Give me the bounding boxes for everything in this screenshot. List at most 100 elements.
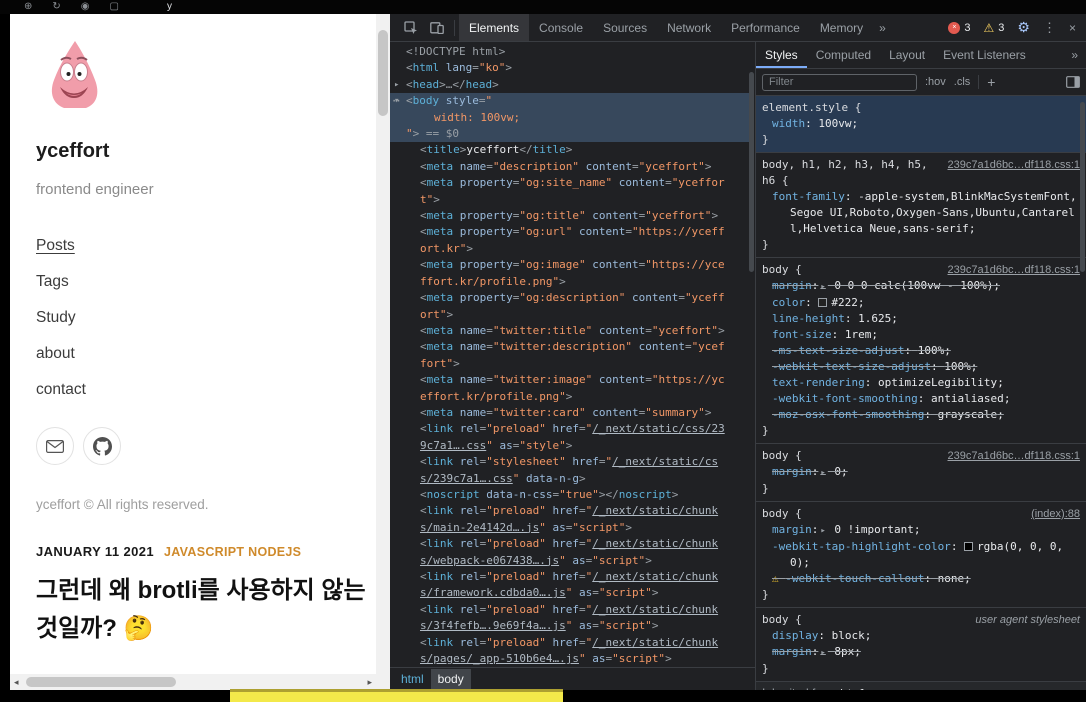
pseudo-state-toggle[interactable]: :hov [925,76,946,88]
elements-scrollbar[interactable] [749,72,754,272]
kebab-menu-icon[interactable]: ⋮ [1043,20,1056,36]
devtools-tab-elements[interactable]: Elements [459,14,529,41]
settings-gear-icon[interactable]: ⚙ [1017,19,1030,36]
dom-tree-line[interactable]: s/3f4fefb….9e69f4a….js" as="script"> [390,618,749,634]
nav-item-contact[interactable]: contact [36,372,86,408]
browser-tab-title[interactable]: y [167,0,172,14]
devtools-tab-memory[interactable]: Memory [810,14,873,41]
css-property[interactable]: margin:▸ 0; [756,464,1086,481]
css-property[interactable]: -ms-text-size-adjust: 100%; [756,343,1086,359]
nav-item-tags[interactable]: Tags [36,264,69,300]
styles-filter-input[interactable] [762,74,917,91]
sidebar-tab-layout[interactable]: Layout [880,42,934,68]
dom-tree-line[interactable]: <meta name="twitter:description" content… [390,339,749,355]
dom-tree-line[interactable]: ort"> [390,307,749,323]
dom-tree-line[interactable]: fort"> [390,356,749,372]
css-property[interactable]: width: 100vw; [756,116,1086,132]
collapse-arrow-icon[interactable]: ▾ [394,93,399,109]
css-property[interactable]: -webkit-text-size-adjust: 100%; [756,359,1086,375]
rule-source-link[interactable]: (index):88 [1031,506,1080,522]
class-toggle[interactable]: .cls [954,76,971,88]
breadcrumb-body[interactable]: body [431,669,471,689]
post-title[interactable]: 그런데 왜 brotli를 사용하지 않는 것일까? 🤔 [36,572,366,648]
dom-tree-line[interactable]: <link rel="preload" href="/_next/static/… [390,602,749,618]
dom-tree-line[interactable]: <link rel="preload" href="/_next/static/… [390,635,749,651]
dom-tree-line[interactable]: <title>yceffort</title> [390,142,749,158]
dom-tree-line[interactable]: ffort.kr/profile.png"> [390,274,749,290]
sidebar-tab-event-listeners[interactable]: Event Listeners [934,42,1035,68]
scroll-left-arrow-icon[interactable]: ◂ [14,677,19,688]
color-swatch[interactable] [964,542,973,551]
dom-tree-line[interactable]: <link rel="preload" href="/_next/static/… [390,569,749,585]
css-property[interactable]: text-rendering: optimizeLegibility; [756,375,1086,391]
dom-tree-line[interactable]: <link rel="preload" href="/_next/static/… [390,503,749,519]
css-property[interactable]: ⚠ -webkit-touch-callout: none; [756,571,1086,587]
devtools-close-icon[interactable]: × [1069,21,1076,35]
dom-tree-line[interactable]: <link rel="preload" href="/_next/static/… [390,536,749,552]
dom-tree-line[interactable]: <meta property="og:url" content="https:/… [390,224,749,240]
device-toolbar-icon[interactable] [424,22,450,34]
dom-tree-line[interactable]: <meta name="description" content="yceffo… [390,159,749,175]
dom-tree-line[interactable]: s/webpack-e067438….js" as="script"> [390,553,749,569]
css-property[interactable]: color: #222; [756,295,1086,311]
devtools-tab-network[interactable]: Network [657,14,721,41]
site-title[interactable]: yceffort [36,140,366,163]
devtools-tab-sources[interactable]: Sources [593,14,657,41]
rule-selector[interactable]: body, h1, h2, h3, h4, h5, h6 { [762,157,940,189]
css-property[interactable]: margin:▸ 0 0 0 calc(100vw - 100%); [756,278,1086,295]
dom-tree-line[interactable]: <meta property="og:title" content="yceff… [390,208,749,224]
css-property[interactable]: -moz-osx-font-smoothing: grayscale; [756,407,1086,423]
color-swatch[interactable] [818,298,827,307]
css-property[interactable]: margin:▸ 8px; [756,644,1086,661]
window-icon[interactable]: ▢ [110,0,119,14]
dom-tree-line[interactable]: s/main-2e4142d….js" as="script"> [390,520,749,536]
avatar[interactable] [36,40,112,112]
error-badge[interactable]: × 3 [948,22,970,34]
dom-tree-line[interactable]: <html lang="ko"> [390,60,749,76]
css-property[interactable]: line-height: 1.625; [756,311,1086,327]
rule-selector[interactable]: body { [762,262,940,278]
dom-tree-line[interactable]: 9c7a1….css" as="style"> [390,438,749,454]
expand-arrow-icon[interactable]: ▸ [394,77,399,93]
nav-item-about[interactable]: about [36,336,75,372]
rule-source-link[interactable]: 239c7a1d6bc…df118.css:1 [948,448,1081,464]
rule-source-link[interactable]: 239c7a1d6bc…df118.css:1 [948,262,1081,278]
sidebar-tab-styles[interactable]: Styles [756,42,807,68]
dom-tree-line[interactable]: <link rel="preload" href="/_next/static/… [390,421,749,437]
dom-tree-line[interactable]: <meta property="og:description" content=… [390,290,749,306]
css-property[interactable]: margin:▸ 0 !important; [756,522,1086,539]
post-tags[interactable]: JAVASCRIPT NODEJS [164,545,301,559]
css-property[interactable]: font-size: 1rem; [756,327,1086,343]
dom-tree-line[interactable]: <!DOCTYPE html> [390,44,749,60]
scrollbar-thumb[interactable] [26,677,176,687]
dom-tree-line[interactable]: s/framework.cdbda0….js" as="script"> [390,585,749,601]
dom-tree-line[interactable]: <meta property="og:image" content="https… [390,257,749,273]
rule-selector[interactable]: body { [762,612,967,628]
devtools-tab-console[interactable]: Console [529,14,593,41]
dom-tree-line[interactable]: ort.kr"> [390,241,749,257]
css-property[interactable]: display: block; [756,628,1086,644]
devtools-tab-performance[interactable]: Performance [721,14,810,41]
warning-badge[interactable]: ⚠ 3 [984,21,1005,35]
breadcrumb-html[interactable]: html [394,669,431,689]
css-property[interactable]: -webkit-font-smoothing: antialiased; [756,391,1086,407]
dom-tree-line[interactable]: ▸<head>…</head> [390,77,749,93]
page-horizontal-scrollbar[interactable]: ◂ ▸ [10,674,376,690]
css-property[interactable]: font-family: -apple-system,BlinkMacSyste… [756,189,1086,237]
plus-circle-icon[interactable]: ⊕ [24,0,32,14]
dom-tree-line[interactable]: t"> [390,192,749,208]
profile-icon[interactable]: ◉ [81,0,90,14]
scroll-right-arrow-icon[interactable]: ▸ [367,677,372,688]
scrollbar-thumb[interactable] [378,30,388,116]
dom-tree-line[interactable]: ⋯▾<body style=" [390,93,749,109]
github-button[interactable] [83,427,121,465]
styles-scrollbar[interactable] [1080,102,1085,272]
email-button[interactable] [36,427,74,465]
nav-item-posts[interactable]: Posts [36,228,75,264]
inspect-icon[interactable] [398,21,424,35]
dom-tree-line[interactable]: s/pages/_app-510b6e4….js" as="script"> [390,651,749,667]
dom-tree-line[interactable]: width: 100vw; [390,110,749,126]
new-style-rule-button[interactable]: + [987,74,995,90]
rule-selector[interactable]: element.style { [762,100,1080,116]
refresh-icon[interactable]: ↻ [52,0,60,14]
